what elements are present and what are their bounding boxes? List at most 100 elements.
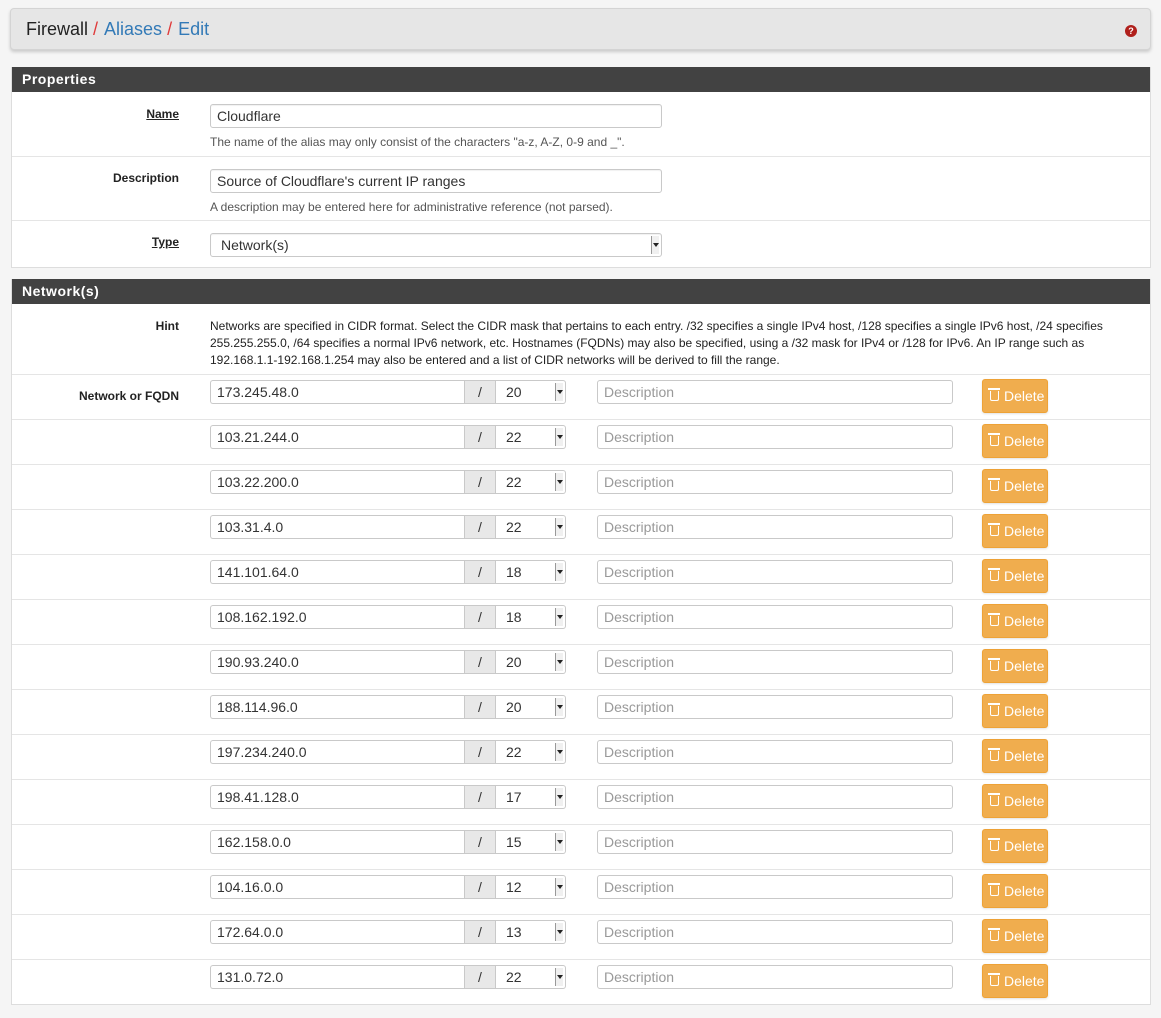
- delete-button-label: Delete: [1004, 793, 1045, 809]
- chevron-down-icon: [555, 968, 563, 986]
- description-help: A description may be entered here for ad…: [210, 200, 613, 214]
- type-select-value: Network(s): [221, 237, 289, 253]
- type-label: Type: [151, 235, 179, 249]
- network-address-input[interactable]: 198.41.128.0: [210, 785, 464, 809]
- delete-button[interactable]: Delete: [982, 919, 1048, 953]
- properties-heading: Properties: [12, 67, 1150, 92]
- hint-text: Networks are specified in CIDR format. S…: [210, 318, 1110, 369]
- cidr-mask-value: 22: [506, 969, 522, 985]
- cidr-mask-select[interactable]: 18: [496, 560, 566, 584]
- cidr-mask-select[interactable]: 15: [496, 830, 566, 854]
- delete-button[interactable]: Delete: [982, 784, 1048, 818]
- cidr-mask-select[interactable]: 22: [496, 425, 566, 449]
- network-address-input[interactable]: 103.31.4.0: [210, 515, 464, 539]
- network-address-input[interactable]: 103.21.244.0: [210, 425, 464, 449]
- description-input[interactable]: Source of Cloudflare's current IP ranges: [210, 169, 662, 193]
- cidr-slash: /: [464, 650, 496, 674]
- name-help: The name of the alias may only consist o…: [210, 135, 625, 149]
- delete-button-label: Delete: [1004, 748, 1045, 764]
- network-description-input[interactable]: Description: [597, 920, 953, 944]
- cidr-slash: /: [464, 740, 496, 764]
- network-address-input[interactable]: 141.101.64.0: [210, 560, 464, 584]
- network-description-input[interactable]: Description: [597, 785, 953, 809]
- network-address-input[interactable]: 131.0.72.0: [210, 965, 464, 989]
- network-row: Network or FQDN 173.245.48.0/ 20 Descriptio…: [12, 374, 1150, 419]
- delete-button[interactable]: Delete: [982, 559, 1048, 593]
- network-address-input[interactable]: 172.64.0.0: [210, 920, 464, 944]
- breadcrumb-aliases-link[interactable]: Aliases: [104, 19, 162, 39]
- breadcrumb-separator: /: [93, 19, 99, 39]
- question-circle-icon[interactable]: ?: [1125, 25, 1137, 37]
- network-description-input[interactable]: Description: [597, 830, 953, 854]
- cidr-mask-value: 13: [506, 924, 522, 940]
- network-address-input[interactable]: 103.22.200.0: [210, 470, 464, 494]
- cidr-mask-select[interactable]: 18: [496, 605, 566, 629]
- delete-button[interactable]: Delete: [982, 514, 1048, 548]
- cidr-mask-select[interactable]: 22: [496, 515, 566, 539]
- network-description-input[interactable]: Description: [597, 695, 953, 719]
- cidr-mask-select[interactable]: 20: [496, 380, 566, 404]
- networks-heading: Network(s): [12, 279, 1150, 304]
- type-select[interactable]: Network(s): [210, 233, 662, 257]
- network-description-input[interactable]: Description: [597, 425, 953, 449]
- cidr-mask-select[interactable]: 17: [496, 785, 566, 809]
- chevron-down-icon: [555, 608, 563, 626]
- cidr-slash: /: [464, 605, 496, 629]
- trash-icon: [988, 748, 1000, 761]
- network-description-input[interactable]: Description: [597, 380, 953, 404]
- chevron-down-icon: [555, 518, 563, 536]
- delete-button[interactable]: Delete: [982, 604, 1048, 638]
- trash-icon: [988, 388, 1000, 401]
- cidr-mask-select[interactable]: 13: [496, 920, 566, 944]
- network-address-input[interactable]: 190.93.240.0: [210, 650, 464, 674]
- trash-icon: [988, 973, 1000, 986]
- delete-button[interactable]: Delete: [982, 874, 1048, 908]
- delete-button-label: Delete: [1004, 613, 1045, 629]
- cidr-mask-select[interactable]: 22: [496, 470, 566, 494]
- cidr-mask-select[interactable]: 22: [496, 965, 566, 989]
- network-description-input[interactable]: Description: [597, 605, 953, 629]
- name-input[interactable]: Cloudflare: [210, 104, 662, 128]
- network-address-input[interactable]: 173.245.48.0: [210, 380, 464, 404]
- delete-button[interactable]: Delete: [982, 829, 1048, 863]
- network-description-input[interactable]: Description: [597, 560, 953, 584]
- delete-button[interactable]: Delete: [982, 964, 1048, 998]
- network-address-input[interactable]: 197.234.240.0: [210, 740, 464, 764]
- cidr-mask-value: 18: [506, 609, 522, 625]
- network-description-input[interactable]: Description: [597, 875, 953, 899]
- cidr-mask-select[interactable]: 12: [496, 875, 566, 899]
- delete-button[interactable]: Delete: [982, 379, 1048, 413]
- cidr-mask-select[interactable]: 20: [496, 695, 566, 719]
- cidr-slash: /: [464, 515, 496, 539]
- chevron-down-icon: [555, 923, 563, 941]
- network-description-input[interactable]: Description: [597, 515, 953, 539]
- network-row: 103.21.244.0/ 22 Description Delete: [12, 419, 1150, 464]
- cidr-mask-value: 22: [506, 519, 522, 535]
- networks-panel: Network(s) Hint Networks are specified i…: [11, 279, 1151, 1005]
- network-description-input[interactable]: Description: [597, 740, 953, 764]
- cidr-mask-select[interactable]: 20: [496, 650, 566, 674]
- chevron-down-icon: [555, 653, 563, 671]
- delete-button[interactable]: Delete: [982, 739, 1048, 773]
- network-description-input[interactable]: Description: [597, 965, 953, 989]
- cidr-mask-value: 15: [506, 834, 522, 850]
- delete-button-label: Delete: [1004, 433, 1045, 449]
- breadcrumb-separator: /: [167, 19, 173, 39]
- cidr-mask-select[interactable]: 22: [496, 740, 566, 764]
- network-address-input[interactable]: 188.114.96.0: [210, 695, 464, 719]
- network-address-input[interactable]: 104.16.0.0: [210, 875, 464, 899]
- cidr-mask-value: 12: [506, 879, 522, 895]
- delete-button[interactable]: Delete: [982, 649, 1048, 683]
- network-description-input[interactable]: Description: [597, 470, 953, 494]
- chevron-down-icon: [555, 563, 563, 581]
- network-address-input[interactable]: 108.162.192.0: [210, 605, 464, 629]
- delete-button[interactable]: Delete: [982, 694, 1048, 728]
- delete-button-label: Delete: [1004, 838, 1045, 854]
- delete-button[interactable]: Delete: [982, 424, 1048, 458]
- network-address-input[interactable]: 162.158.0.0: [210, 830, 464, 854]
- breadcrumb-firewall: Firewall: [26, 19, 89, 39]
- delete-button[interactable]: Delete: [982, 469, 1048, 503]
- breadcrumb-edit-link[interactable]: Edit: [178, 19, 209, 39]
- name-row: Name Cloudflare The name of the alias ma…: [12, 92, 1150, 156]
- network-description-input[interactable]: Description: [597, 650, 953, 674]
